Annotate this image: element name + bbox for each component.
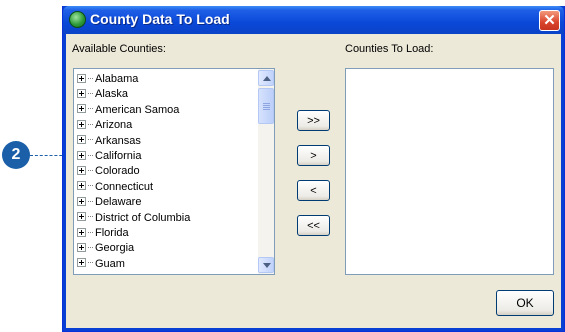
tree-item-label: Arkansas — [95, 134, 141, 147]
plus-box-icon[interactable] — [77, 165, 86, 175]
callout-badge: 2 — [2, 141, 30, 169]
tree-item[interactable]: Alabama — [77, 72, 138, 87]
grip-line — [263, 103, 270, 104]
plus-box-icon[interactable] — [77, 212, 86, 222]
tree-item[interactable]: Delaware — [77, 195, 141, 210]
tree-connector — [88, 169, 93, 171]
available-counties-tree[interactable]: Alabama Alaska American Samoa Arizona Arkans… — [73, 68, 275, 275]
grip-line — [263, 107, 270, 108]
tree-item-label: Connecticut — [95, 180, 154, 193]
counties-to-load-list[interactable] — [345, 68, 554, 275]
available-counties-label: Available Counties: — [72, 43, 166, 55]
tree-item[interactable]: Connecticut — [77, 180, 153, 195]
tree-item[interactable]: California — [77, 149, 141, 164]
counties-to-load-label: Counties To Load: — [345, 43, 434, 55]
grip-line — [263, 105, 270, 106]
dialog-title: County Data To Load — [90, 11, 230, 27]
tree-item[interactable]: Florida — [77, 226, 129, 241]
chevron-up-icon — [263, 76, 271, 81]
tree-connector — [88, 185, 93, 187]
chevron-down-icon — [263, 263, 271, 268]
tree-item[interactable]: American Samoa — [77, 103, 179, 118]
tree-item-label: Delaware — [95, 196, 142, 209]
tree-item-label: Georgia — [95, 242, 135, 255]
remove-all-button[interactable]: << — [297, 215, 330, 236]
tree-item-label: Guam — [95, 257, 125, 270]
tree-connector — [88, 154, 93, 156]
tree-connector — [88, 200, 93, 202]
tree-connector — [88, 231, 93, 233]
tree-item[interactable]: Georgia — [77, 241, 134, 256]
tree-item[interactable]: Arkansas — [77, 134, 141, 149]
county-data-dialog: County Data To Load ✕ Available Counties… — [62, 6, 565, 332]
tree-item[interactable]: District of Columbia — [77, 211, 190, 226]
tree-connector — [88, 139, 93, 141]
plus-box-icon[interactable] — [77, 104, 86, 114]
add-all-button[interactable]: >> — [297, 110, 330, 131]
plus-box-icon[interactable] — [77, 258, 86, 268]
tree-item[interactable]: Colorado — [77, 164, 140, 179]
plus-box-icon[interactable] — [77, 119, 86, 129]
plus-box-icon[interactable] — [77, 150, 86, 160]
tree-item-label: California — [95, 150, 142, 162]
dialog-client-area: Available Counties: Counties To Load: Al… — [66, 34, 561, 328]
tree-connector — [88, 216, 93, 218]
remove-button[interactable]: < — [297, 180, 330, 201]
tree-item-label: Florida — [95, 227, 129, 239]
tree-connector — [88, 123, 93, 125]
plus-box-icon[interactable] — [77, 135, 86, 145]
tree-item-label: American Samoa — [95, 103, 180, 116]
tree-item-label: District of Columbia — [95, 211, 191, 224]
scroll-down-button[interactable] — [258, 257, 274, 273]
plus-box-icon[interactable] — [77, 196, 86, 206]
grip-line — [263, 109, 270, 110]
tree-connector — [88, 262, 93, 264]
tree-connector — [88, 246, 93, 248]
tree-connector — [88, 92, 93, 94]
plus-box-icon[interactable] — [77, 227, 86, 237]
add-button[interactable]: > — [297, 145, 330, 166]
scroll-thumb[interactable] — [258, 88, 274, 124]
ok-button[interactable]: OK — [496, 290, 554, 316]
title-bar[interactable]: County Data To Load ✕ — [63, 6, 564, 34]
vertical-scrollbar[interactable] — [258, 69, 274, 274]
tree-item[interactable]: Alaska — [77, 87, 128, 102]
close-icon[interactable]: ✕ — [539, 10, 560, 31]
tree-item-label: Alabama — [95, 73, 139, 85]
plus-box-icon[interactable] — [77, 73, 86, 83]
globe-icon — [69, 11, 86, 28]
scroll-up-button[interactable] — [258, 70, 274, 86]
tree-item-label: Alaska — [95, 88, 129, 101]
tree-item[interactable]: Arizona — [77, 118, 132, 133]
tree-item-label: Arizona — [95, 119, 133, 132]
tree-connector — [88, 77, 93, 79]
tree-connector — [88, 108, 93, 110]
tree-item-label: Colorado — [95, 165, 140, 178]
tree-item[interactable]: Guam — [77, 257, 125, 272]
plus-box-icon[interactable] — [77, 242, 86, 252]
plus-box-icon[interactable] — [77, 88, 86, 98]
plus-box-icon[interactable] — [77, 181, 86, 191]
